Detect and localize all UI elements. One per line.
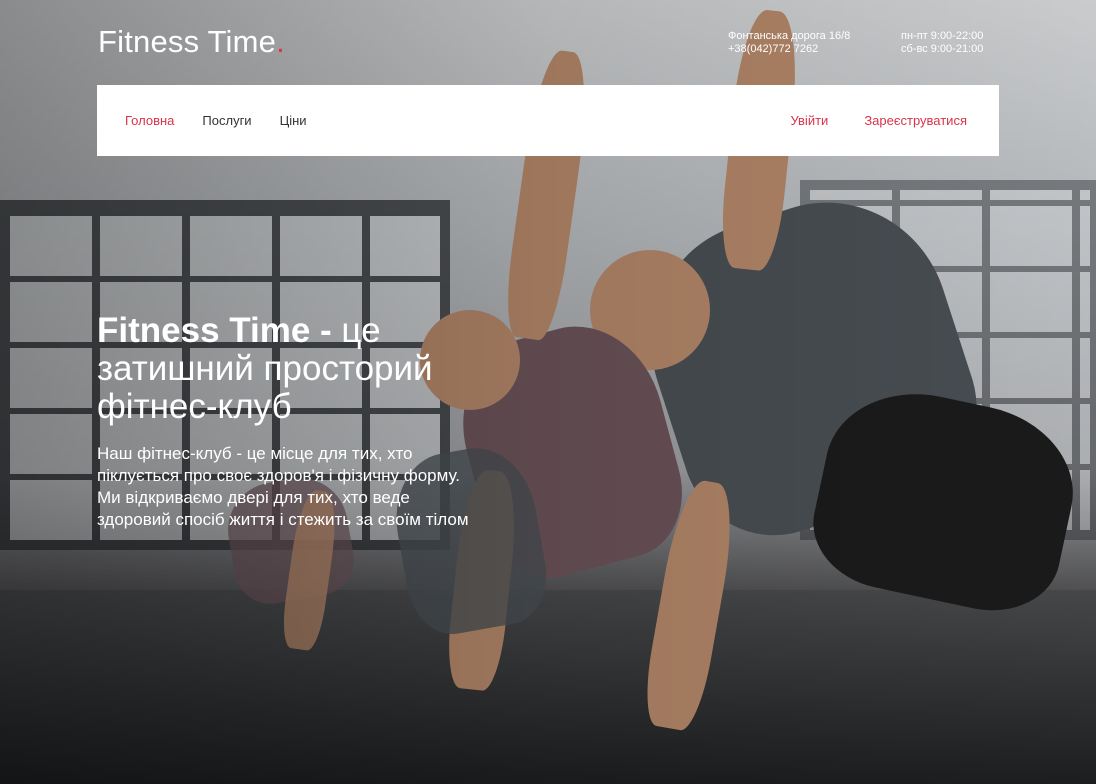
hours-weekend: сб-вс 9:00-21:00 [901,43,983,56]
nav-link-home[interactable]: Головна [125,113,174,128]
register-link[interactable]: Зареєструватися [864,113,967,128]
brand-name: Fitness Time [98,24,277,59]
nav-link-services[interactable]: Послуги [202,113,251,128]
hero-title: Fitness Time - це затишний просторий фіт… [97,312,497,426]
opening-hours: пн-пт 9:00-22:00 сб-вс 9:00-21:00 [901,30,983,56]
nav-link-prices[interactable]: Ціни [280,113,307,128]
auth-links: Увійти Зареєструватися [791,113,968,128]
brand-logo[interactable]: Fitness Time. [98,24,285,60]
address-text: Фонтанська дорога 16/8 [728,30,851,42]
brand-dot: . [276,24,285,59]
hero-description: Наш фітнес-клуб - це місце для тих, хто … [97,444,469,529]
weekend-time: 9:00-21:00 [930,43,984,55]
contact-info: Фонтанська дорога 16/8 +38(042)772 7262 [728,30,850,56]
weekdays-label: пн-пт [901,30,928,42]
hours-weekdays: пн-пт 9:00-22:00 [901,30,983,43]
main-navbar: Головна Послуги Ціни Увійти Зареєструват… [97,85,999,156]
phone-text[interactable]: +38(042)772 7262 [728,43,850,56]
weekdays-time: 9:00-22:00 [930,30,984,42]
hero-title-strong: Fitness Time - [97,311,332,350]
weekend-label: сб-вс [901,43,928,55]
login-link[interactable]: Увійти [791,113,829,128]
nav-menu: Головна Послуги Ціни [125,113,307,128]
